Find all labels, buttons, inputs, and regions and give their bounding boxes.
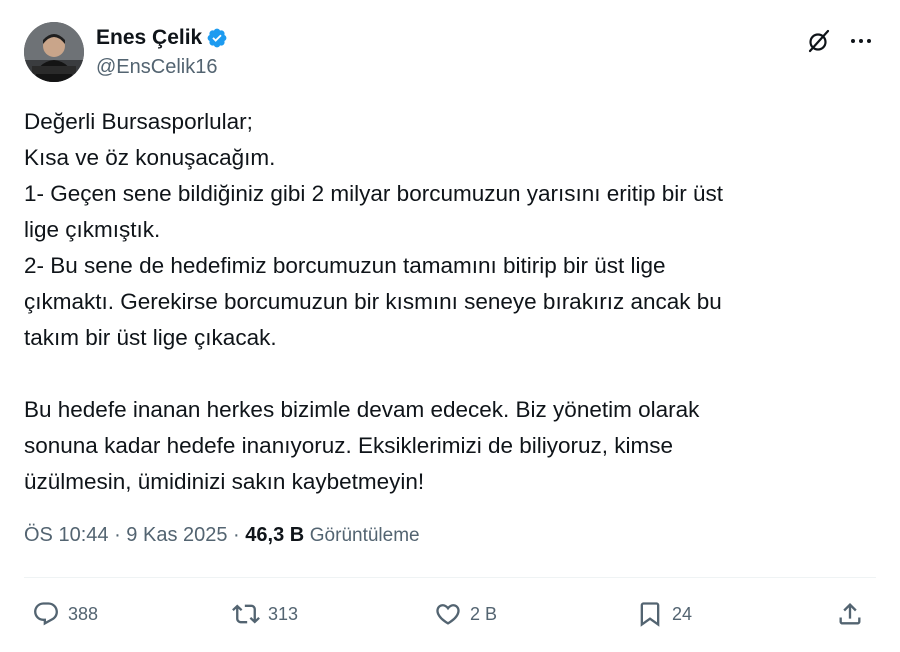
repost-count: 313: [268, 603, 299, 624]
heart-icon: [434, 600, 462, 628]
more-icon[interactable]: [848, 28, 874, 54]
tweet-line: 1- Geçen sene bildiğiniz gibi 2 milyar b…: [24, 181, 724, 206]
avatar[interactable]: [24, 22, 84, 82]
repost-icon: [232, 600, 260, 628]
action-bar: 388 313 2 B 24: [24, 592, 876, 636]
verified-badge-icon: [206, 27, 228, 49]
tweet-date[interactable]: 9 Kas 2025: [126, 524, 227, 546]
reply-button[interactable]: 388: [32, 592, 98, 636]
meta-separator: ·: [227, 524, 246, 546]
grok-icon[interactable]: [806, 28, 832, 54]
share-button[interactable]: [836, 592, 864, 636]
tweet-line: 2- Bu sene de hedefimiz borcumuzun tamam…: [24, 253, 666, 278]
views-label: Görüntüleme: [309, 525, 420, 546]
reply-icon: [32, 600, 60, 628]
tweet-time[interactable]: ÖS 10:44: [24, 524, 109, 546]
tweet-line: Kısa ve öz konuşacağım.: [24, 145, 276, 170]
tweet-header: Enes Çelik @EnsCelik16: [24, 22, 876, 84]
bookmark-icon: [636, 600, 664, 628]
display-name[interactable]: Enes Çelik: [96, 26, 202, 50]
tweet-line: lige çıkmıştık.: [24, 217, 161, 242]
repost-button[interactable]: 313: [232, 592, 298, 636]
tweet-line: çıkmaktı. Gerekirse borcumuzun bir kısmı…: [24, 289, 722, 314]
tweet-line: Bu hedefe inanan herkes bizimle devam ed…: [24, 397, 700, 422]
reply-count: 388: [68, 603, 99, 624]
tweet-text: Değerli Bursasporlular; Kısa ve öz konuş…: [24, 104, 876, 500]
like-button[interactable]: 2 B: [434, 592, 497, 636]
divider: [24, 577, 876, 578]
like-count: 2 B: [470, 603, 498, 624]
tweet-meta: ÖS 10:44 · 9 Kas 2025 · 46,3 B Görüntüle…: [24, 524, 420, 547]
tweet-line: üzülmesin, ümidinizi sakın kaybetmeyin!: [24, 469, 425, 494]
bookmark-button[interactable]: 24: [636, 592, 692, 636]
bookmark-count: 24: [672, 603, 693, 624]
share-icon: [836, 600, 864, 628]
tweet-line: takım bir üst lige çıkacak.: [24, 325, 277, 350]
views-count[interactable]: 46,3 B: [245, 524, 304, 546]
meta-separator: ·: [108, 524, 127, 546]
tweet-line: sonuna kadar hedefe inanıyoruz. Eksikler…: [24, 433, 674, 458]
name-row: Enes Çelik: [96, 26, 228, 50]
user-handle[interactable]: @EnsCelik16: [96, 56, 217, 79]
tweet-line: Değerli Bursasporlular;: [24, 109, 253, 134]
